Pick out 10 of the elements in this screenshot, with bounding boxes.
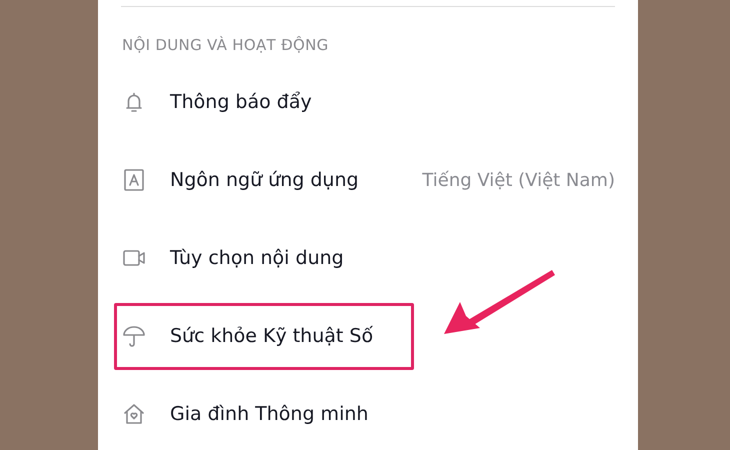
- settings-item[interactable]: Thông báo đẩy: [114, 68, 414, 136]
- umbrella-icon: [122, 324, 146, 348]
- setting-value: Tiếng Việt (Việt Nam): [422, 170, 615, 190]
- home-heart-icon: [122, 402, 146, 426]
- highlighted-settings-item[interactable]: Sức khỏe Kỹ thuật Số: [114, 302, 414, 370]
- settings-item[interactable]: Ngôn ngữ ứng dụng: [114, 146, 414, 214]
- letter-icon: [122, 168, 146, 192]
- settings-item[interactable]: Tùy chọn nội dung: [114, 224, 414, 292]
- settings-item[interactable]: Gia đình Thông minh: [114, 380, 414, 448]
- section-title: NỘI DUNG VÀ HOẠT ĐỘNG: [121, 35, 330, 56]
